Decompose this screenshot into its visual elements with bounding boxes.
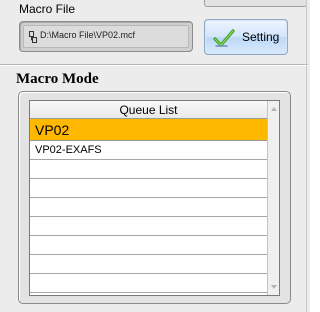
macro-file-label: Macro File (19, 2, 76, 16)
macro-file-path-field[interactable]: D:\Macro File\VP02.mcf (19, 21, 193, 52)
setting-button-label: Setting (242, 30, 280, 44)
queue-list-item[interactable] (30, 198, 267, 217)
queue-list-item[interactable] (30, 217, 267, 236)
queue-list-item[interactable]: VP02-EXAFS (30, 141, 267, 160)
queue-list-item[interactable]: VP02 (30, 119, 267, 141)
file-path-icon (29, 31, 37, 43)
macro-panel: Macro File D:\Macro File\VP02.mcf Settin… (0, 0, 310, 312)
macro-file-path-text: D:\Macro File\VP02.mcf (40, 30, 136, 40)
queue-list-rows: VP02 VP02-EXAFS (30, 119, 267, 293)
macro-mode-title: Macro Mode (16, 71, 99, 87)
queue-list[interactable]: Queue List VP02 VP02-EXAFS (29, 100, 280, 296)
checkmark-icon (213, 29, 235, 47)
queue-list-header: Queue List (30, 101, 267, 119)
scroll-up-arrow-icon[interactable] (269, 104, 279, 114)
scroll-down-arrow-icon[interactable] (269, 282, 279, 292)
queue-list-scrollbar[interactable] (267, 101, 279, 295)
section-divider (0, 64, 308, 66)
queue-list-item[interactable] (30, 255, 267, 274)
top-button-frame (204, 0, 307, 7)
queue-list-item[interactable] (30, 274, 267, 293)
setting-button[interactable]: Setting (204, 19, 288, 55)
panel-right-edge (306, 0, 307, 312)
queue-list-item[interactable] (30, 236, 267, 255)
queue-list-item[interactable] (30, 179, 267, 198)
queue-list-item[interactable] (30, 160, 267, 179)
